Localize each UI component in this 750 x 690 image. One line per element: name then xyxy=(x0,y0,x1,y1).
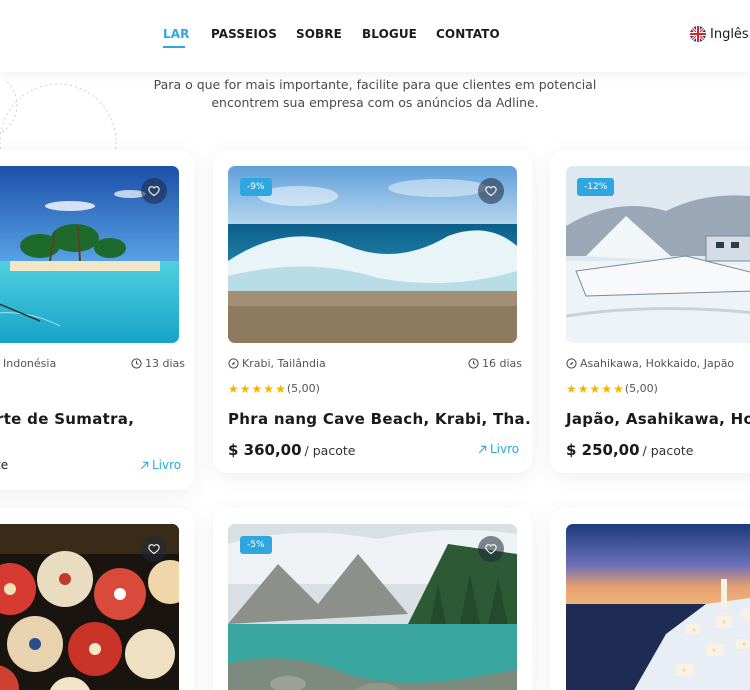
tour-price: te xyxy=(0,458,9,472)
nav-item-contato[interactable]: CONTATO xyxy=(436,27,500,41)
tour-card[interactable]: -5% xyxy=(213,508,532,690)
tour-title[interactable]: Japão, Asahikawa, Hokkaid xyxy=(566,410,750,428)
tour-price: $ 360,00/ pacote xyxy=(228,441,356,459)
favorite-heart-button[interactable] xyxy=(478,536,504,562)
tour-duration: 13 dias xyxy=(131,357,185,370)
star-icon: ★ xyxy=(601,381,613,396)
tour-duration: 16 dias xyxy=(468,357,522,370)
tour-card[interactable]: -9% Krabi, Tailândia 16 dias ★ ★ ★ ★ ★ (5,00… xyxy=(213,150,532,473)
star-icon: ★ xyxy=(589,381,601,396)
tour-title[interactable]: Phra nang Cave Beach, Krabi, Tha... xyxy=(228,410,532,428)
star-icon: ★ xyxy=(577,381,589,396)
tour-card[interactable]: -12% Asahikawa, Hokkaido, Japão ★ ★ ★ ★ ★ (5… xyxy=(550,150,750,473)
intro-line-2: encontrem sua empresa com os anúncios da… xyxy=(211,95,539,110)
discount-badge: -5% xyxy=(240,536,272,554)
compass-icon xyxy=(228,358,239,369)
discount-badge: -12% xyxy=(577,178,615,196)
heart-icon xyxy=(148,544,160,555)
nav-item-sobre[interactable]: SOBRE xyxy=(296,27,342,41)
heart-icon xyxy=(485,544,497,555)
favorite-heart-button[interactable] xyxy=(478,178,504,204)
star-icon: ★ xyxy=(228,381,239,396)
book-link[interactable]: Livro xyxy=(139,458,181,472)
star-icon: ★ xyxy=(239,381,251,396)
star-icon: ★ xyxy=(251,381,263,396)
heart-icon xyxy=(485,186,497,197)
tour-card[interactable] xyxy=(550,508,750,690)
uk-flag-icon xyxy=(690,26,706,42)
compass-icon xyxy=(566,358,577,369)
tour-title[interactable]: rte de Sumatra, xyxy=(0,410,134,428)
nav-item-lar[interactable]: LAR xyxy=(163,27,189,41)
tour-rating: ★ ★ ★ ★ ★ (5,00) xyxy=(228,382,320,395)
star-icon: ★ xyxy=(566,381,577,396)
book-link[interactable]: Livro xyxy=(477,442,519,456)
tour-rating: ★ ★ ★ ★ ★ (5,00) xyxy=(566,382,658,395)
star-icon: ★ xyxy=(275,381,286,396)
arrow-up-right-icon xyxy=(140,461,149,469)
language-selector[interactable]: Inglês xyxy=(690,26,749,42)
tour-location: , Indonésia xyxy=(0,357,57,370)
tour-location: Krabi, Tailândia xyxy=(228,357,326,370)
star-icon: ★ xyxy=(263,381,275,396)
language-label: Inglês xyxy=(710,26,749,42)
top-navbar: LAR PASSEIOS SOBRE BLOGUE CONTATO Inglês xyxy=(0,0,750,72)
intro-line-1: Para o que for mais importante, facilite… xyxy=(153,77,597,92)
rating-value: (5,00) xyxy=(286,382,320,395)
heart-icon xyxy=(148,186,160,197)
nav-item-blogue[interactable]: BLOGUE xyxy=(362,27,417,41)
arrow-up-right-icon xyxy=(478,445,487,453)
rating-value: (5,00) xyxy=(624,382,658,395)
tour-location: Asahikawa, Hokkaido, Japão xyxy=(566,357,734,370)
tour-card[interactable]: , Indonésia 13 dias rte de Sumatra, te L… xyxy=(0,150,194,490)
discount-badge: -9% xyxy=(240,178,272,196)
favorite-heart-button[interactable] xyxy=(141,536,167,562)
tour-photo-santorini-night[interactable] xyxy=(566,524,750,690)
tour-price: $ 250,00/ pacote xyxy=(566,441,694,459)
nav-item-passeios[interactable]: PASSEIOS xyxy=(211,27,277,41)
clock-icon xyxy=(468,358,479,369)
star-icon: ★ xyxy=(613,381,624,396)
nav-active-underline xyxy=(163,46,185,48)
tour-card[interactable] xyxy=(0,508,194,690)
clock-icon xyxy=(131,358,142,369)
favorite-heart-button[interactable] xyxy=(141,178,167,204)
